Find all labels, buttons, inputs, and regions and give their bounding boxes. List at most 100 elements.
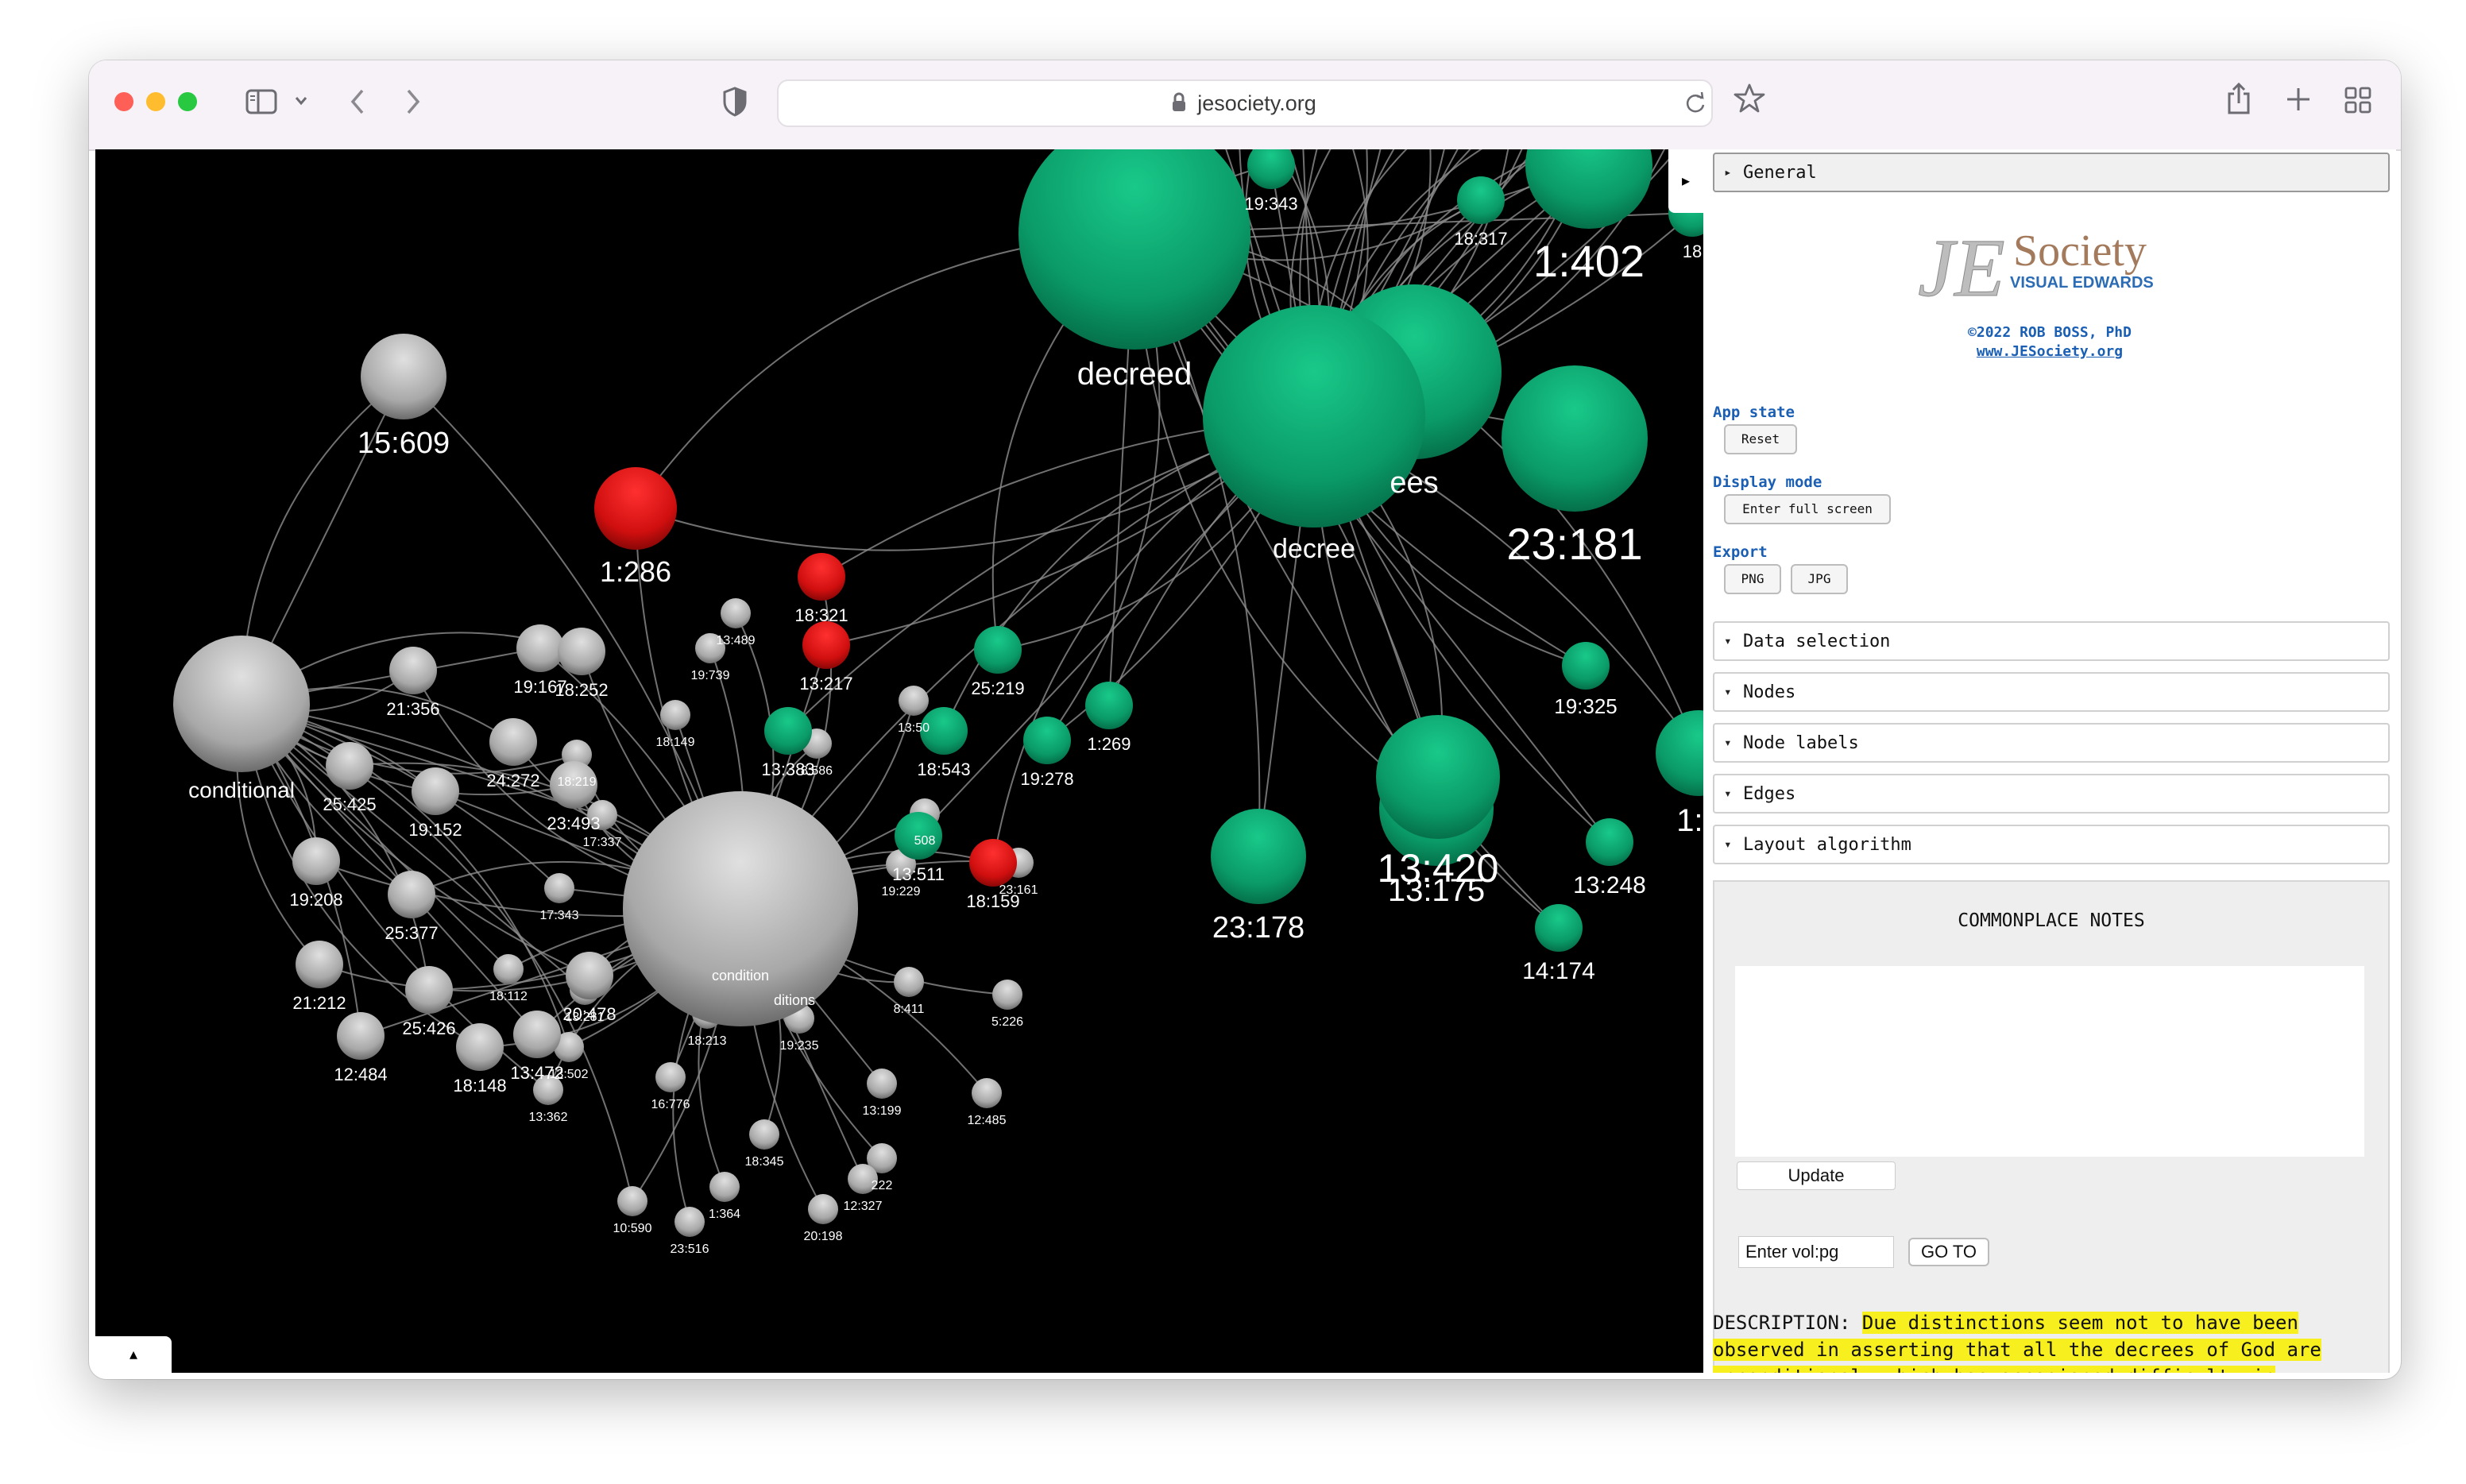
graph-node-label: 18:148 xyxy=(453,1076,506,1096)
graph-node-n1350x[interactable] xyxy=(899,686,929,716)
graph-node-n19343[interactable] xyxy=(1247,149,1295,189)
back-icon[interactable] xyxy=(348,87,367,116)
minimize-window-button[interactable] xyxy=(146,92,165,111)
graph-node-n13489[interactable] xyxy=(721,598,751,628)
reload-icon[interactable] xyxy=(1684,91,1706,114)
graph-node-n12x[interactable] xyxy=(1656,710,1703,796)
section-data-selection[interactable]: ▾ Data selection xyxy=(1713,621,2390,661)
graph-node-n1269[interactable] xyxy=(1085,682,1133,729)
address-bar[interactable]: jesociety.org xyxy=(777,79,1713,127)
graph-node-n19152[interactable] xyxy=(412,767,459,815)
logo-mark: JE xyxy=(1918,222,2005,314)
reset-button[interactable]: Reset xyxy=(1724,424,1797,454)
graph-node-n18112[interactable] xyxy=(493,954,524,984)
graph-node-n18148[interactable] xyxy=(456,1023,504,1071)
graph-node-label: 21:212 xyxy=(292,993,346,1013)
graph-node-n18159[interactable] xyxy=(969,839,1017,887)
notes-textarea[interactable] xyxy=(1735,966,2364,1157)
graph-node-n10590[interactable] xyxy=(617,1186,647,1216)
graph-node-label: 23:178 xyxy=(1212,911,1305,945)
graph-node-n21212[interactable] xyxy=(296,941,343,988)
graph-node-n13217[interactable] xyxy=(802,621,850,669)
graph-node-n18252[interactable] xyxy=(558,628,605,675)
bottom-toggle-button[interactable]: ▴ xyxy=(95,1336,172,1373)
graph-node-n1364[interactable] xyxy=(709,1172,740,1202)
network-graph-canvas[interactable]: ditions 13:489 19:739 18:149 17:337 17:343 18:… xyxy=(95,149,1703,1373)
graph-node-n25219[interactable] xyxy=(974,626,1022,674)
graph-node-label: 16:776 xyxy=(651,1098,690,1111)
graph-node-label: 23:493 xyxy=(547,813,600,833)
graph-node-n19167[interactable] xyxy=(516,624,564,672)
graph-node-n18317[interactable] xyxy=(1457,176,1505,224)
share-icon[interactable] xyxy=(2224,81,2253,116)
panel-toggle-button[interactable]: ▸ xyxy=(1668,149,1703,213)
forward-icon[interactable] xyxy=(404,87,423,116)
graph-node-n20478[interactable] xyxy=(566,952,613,999)
new-tab-icon[interactable] xyxy=(2285,86,2312,113)
graph-node-n13383[interactable] xyxy=(764,707,812,755)
network-graph[interactable]: ditions 13:489 19:739 18:149 17:337 17:343 18:… xyxy=(95,149,1703,1373)
graph-node-n13420[interactable] xyxy=(1376,715,1500,839)
graph-node-n13199[interactable] xyxy=(867,1069,897,1099)
graph-node-label: 13:489 xyxy=(717,634,756,647)
graph-node-n25426[interactable] xyxy=(405,966,453,1014)
shield-icon[interactable] xyxy=(721,86,748,118)
graph-node-n23181[interactable] xyxy=(1502,365,1648,512)
graph-node-condition[interactable] xyxy=(623,791,858,1026)
graph-node-n19208[interactable] xyxy=(292,837,340,885)
graph-node-n20198[interactable] xyxy=(808,1194,838,1224)
graph-node-n25425[interactable] xyxy=(326,742,373,790)
graph-node-n19278[interactable] xyxy=(1023,717,1071,764)
graph-node-n16776[interactable] xyxy=(655,1062,686,1092)
graph-node-label: 13:248 xyxy=(1573,872,1646,899)
goto-button[interactable]: GO TO xyxy=(1908,1238,1989,1266)
graph-node-n13248[interactable] xyxy=(1586,818,1633,866)
chevron-down-icon[interactable] xyxy=(294,95,308,106)
star-icon[interactable] xyxy=(1734,83,1765,114)
graph-node-n18345[interactable] xyxy=(749,1119,779,1150)
update-button[interactable]: Update xyxy=(1737,1161,1896,1190)
graph-node-n8411[interactable] xyxy=(894,967,924,997)
volume-page-input[interactable]: Enter vol:pg xyxy=(1738,1236,1894,1268)
graph-node-conditional[interactable] xyxy=(173,636,310,772)
export-png-button[interactable]: PNG xyxy=(1724,564,1781,594)
graph-node-label: 25:377 xyxy=(385,923,438,943)
graph-node-decreed[interactable] xyxy=(1018,149,1250,350)
zoom-window-button[interactable] xyxy=(178,92,197,111)
fullscreen-button[interactable]: Enter full screen xyxy=(1724,494,1891,524)
graph-node-n24272[interactable] xyxy=(489,718,537,766)
jesociety-logo: JE Society VISUAL EDWARDS xyxy=(1918,222,2154,315)
export-jpg-button[interactable]: JPG xyxy=(1791,564,1848,594)
sidebar-icon[interactable] xyxy=(245,87,280,116)
graph-node-n5226[interactable] xyxy=(992,980,1022,1010)
graph-node-n21356[interactable] xyxy=(389,647,437,694)
graph-node-n18321[interactable] xyxy=(798,553,845,601)
graph-node-n14174[interactable] xyxy=(1535,904,1583,952)
graph-node-n19325[interactable] xyxy=(1562,642,1610,690)
graph-node-label: 18:149 xyxy=(656,736,695,749)
graph-node-n25377[interactable] xyxy=(388,871,435,918)
browser-toolbar: jesociety.org xyxy=(89,60,2401,151)
description-text: DESCRIPTION: Due distinctions seem not t… xyxy=(1713,1309,2390,1373)
graph-node-label: 19:343 xyxy=(1244,194,1297,214)
section-node-labels[interactable]: ▾ Node labels xyxy=(1713,723,2390,763)
section-edges[interactable]: ▾ Edges xyxy=(1713,774,2390,813)
graph-node-n12484[interactable] xyxy=(337,1012,385,1060)
tab-overview-icon[interactable] xyxy=(2344,86,2372,114)
graph-node-n13472[interactable] xyxy=(513,1011,561,1058)
graph-node-n12485[interactable] xyxy=(972,1078,1002,1108)
graph-node-n15609[interactable] xyxy=(361,334,446,419)
graph-node-label: 25:425 xyxy=(323,794,376,814)
close-window-button[interactable] xyxy=(114,92,133,111)
graph-node-n18149[interactable] xyxy=(660,700,690,730)
graph-node-n1402[interactable] xyxy=(1525,149,1652,229)
graph-node-n1286[interactable] xyxy=(594,467,677,550)
graph-node-n17343[interactable] xyxy=(544,873,574,903)
site-link[interactable]: www.JESociety.org xyxy=(1703,343,2396,360)
section-layout-algorithm[interactable]: ▾ Layout algorithm xyxy=(1713,825,2390,864)
section-general[interactable]: ▸ General xyxy=(1713,153,2390,192)
section-nodes[interactable]: ▾ Nodes xyxy=(1713,672,2390,712)
graph-node-n23516[interactable] xyxy=(674,1207,705,1237)
graph-node-n23178[interactable] xyxy=(1211,809,1306,904)
graph-node-label: 14:174 xyxy=(1522,958,1595,984)
